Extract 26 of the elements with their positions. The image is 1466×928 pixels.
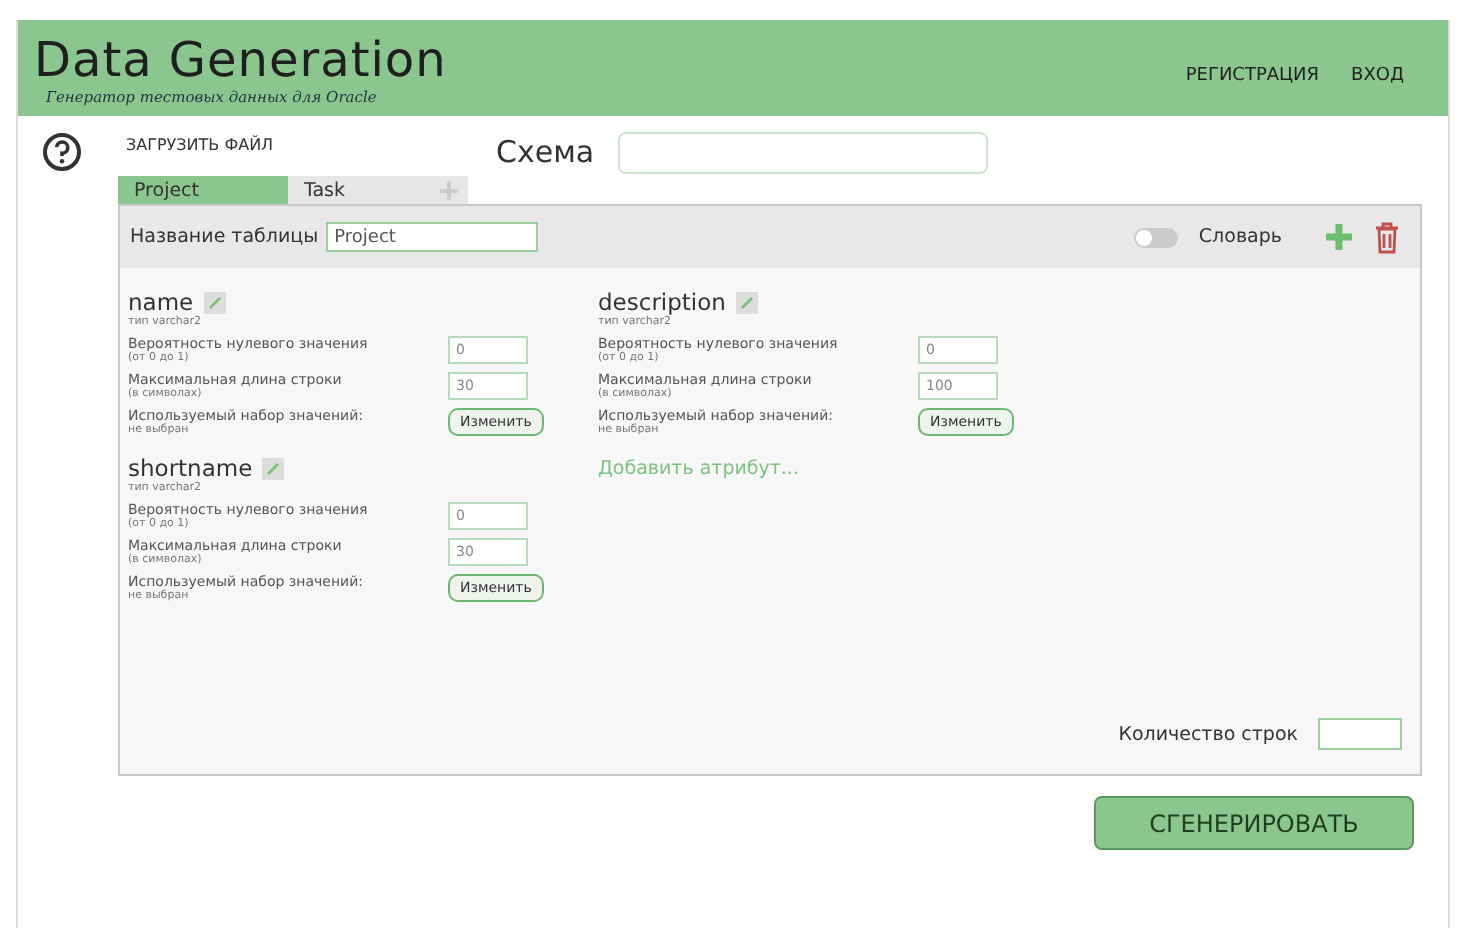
pencil-icon[interactable] <box>262 457 285 479</box>
table-name-field[interactable]: Project <box>326 222 539 252</box>
attribute-name: description <box>598 288 726 316</box>
row-count-field[interactable] <box>1318 718 1402 750</box>
attribute-name: name <box>128 288 194 316</box>
table-tab[interactable]: Task <box>288 176 428 204</box>
trash-icon[interactable] <box>1374 221 1400 253</box>
help-icon[interactable] <box>42 132 82 172</box>
schema-label: Схема <box>496 134 595 170</box>
table-name-label: Название таблицы <box>130 226 319 248</box>
pencil-icon[interactable] <box>203 291 226 313</box>
dictionary-toggle[interactable] <box>1134 227 1179 247</box>
row-count-label: Количество строк <box>1118 723 1298 745</box>
add-tab-button[interactable] <box>428 176 468 204</box>
nav-link[interactable]: ВХОД <box>1351 66 1404 86</box>
app-title: Data Generation <box>34 31 447 87</box>
attribute-name: shortname <box>128 454 253 482</box>
plus-icon[interactable] <box>1326 224 1352 250</box>
plus-icon <box>439 181 457 199</box>
table-tab[interactable]: Project <box>118 176 288 204</box>
dictionary-label: Словарь <box>1198 226 1282 248</box>
generate-button[interactable]: СГЕНЕРИРОВАТЬ <box>1094 796 1414 850</box>
schema-field[interactable] <box>618 131 989 173</box>
upload-link[interactable]: ЗАГРУЗИТЬ ФАЙЛ <box>126 136 496 154</box>
pencil-icon[interactable] <box>735 291 758 313</box>
nav-link[interactable]: РЕГИСТРАЦИЯ <box>1185 66 1320 86</box>
